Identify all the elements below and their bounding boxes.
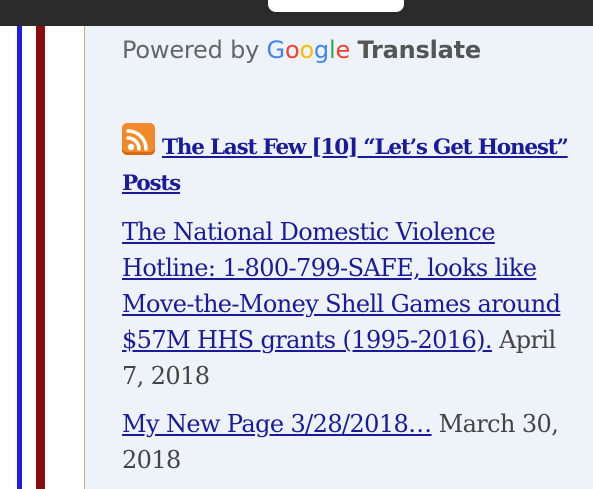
- list-item: The National Domestic Violence Hotline: …: [122, 214, 572, 394]
- google-logo-letter: o: [284, 36, 300, 64]
- powered-by-label: Powered by: [122, 36, 260, 64]
- translate-label: Translate: [357, 36, 481, 64]
- google-logo-letter: o: [299, 36, 314, 64]
- google-translate-attribution[interactable]: Powered by Google Translate: [122, 36, 481, 64]
- red-stripe: [36, 26, 45, 489]
- google-logo-letter: G: [266, 36, 286, 64]
- google-logo-letter: e: [335, 36, 351, 64]
- feed-section-title[interactable]: The Last Few [10] “Let’s Get Honest” Pos…: [122, 130, 582, 202]
- sidebar-content: Powered by Google Translate The Last Few…: [85, 26, 593, 489]
- post-link[interactable]: The National Domestic Violence Hotline: …: [122, 218, 561, 354]
- google-logo: Google: [266, 36, 351, 64]
- blue-stripe: [17, 26, 22, 489]
- browser-tab-fragment[interactable]: [268, 0, 404, 12]
- list-item: My New Page 3/28/2018… March 30, 2018: [122, 406, 572, 478]
- post-link[interactable]: My New Page 3/28/2018…: [122, 410, 432, 438]
- browser-top-bar: [0, 0, 593, 26]
- google-logo-letter: g: [313, 36, 329, 64]
